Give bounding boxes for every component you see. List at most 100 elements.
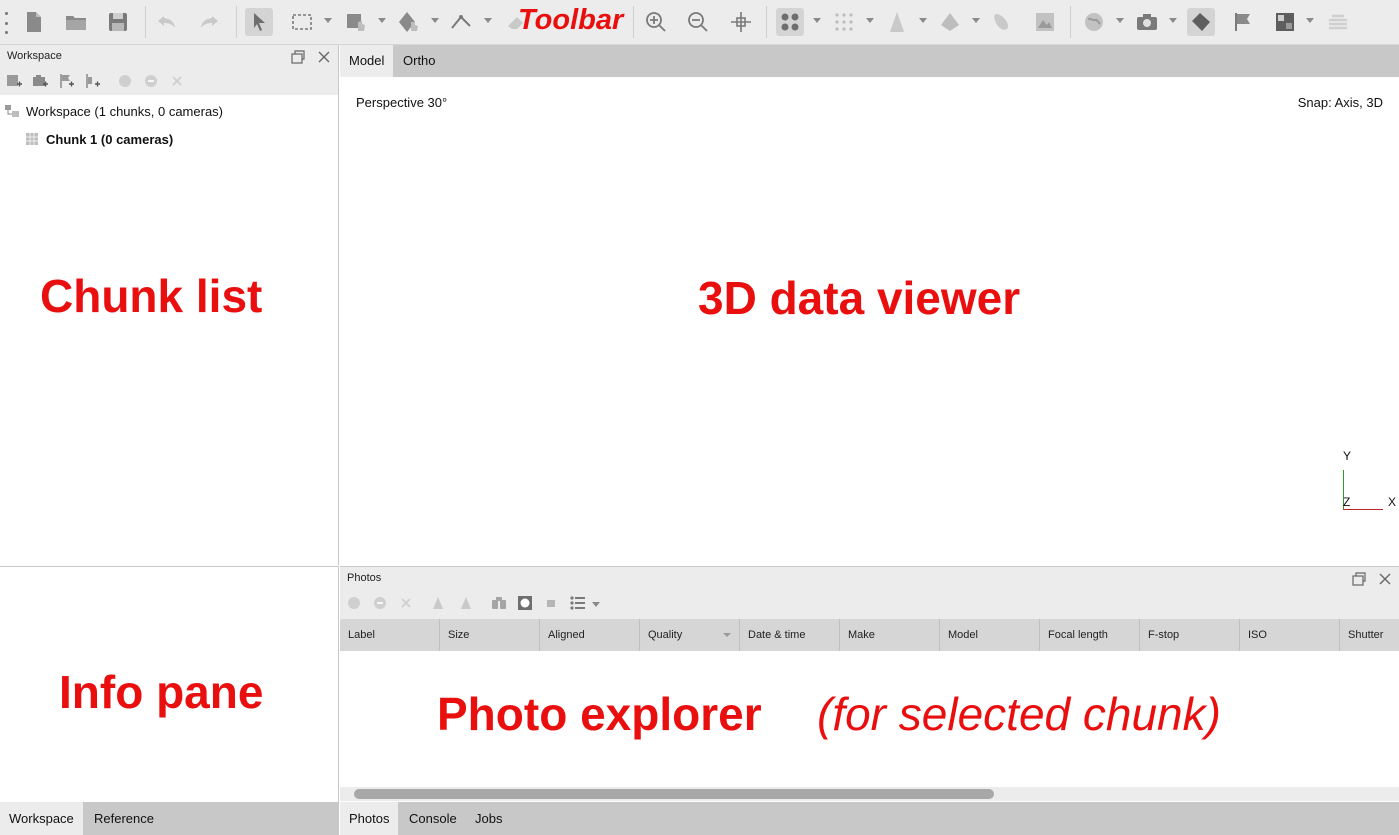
column-date-time[interactable]: Date & time [740, 619, 840, 651]
enable-icon[interactable] [116, 72, 134, 90]
model-dropdown-caret[interactable] [972, 18, 980, 23]
photos-close-icon[interactable] [1377, 571, 1393, 587]
rotate-left-icon[interactable] [430, 594, 448, 612]
photos-panel-title: Photos [347, 572, 382, 584]
column-size[interactable]: Size [440, 619, 540, 651]
mesh-icon[interactable] [883, 8, 911, 36]
open-folder-icon[interactable] [62, 8, 90, 36]
tab-ortho[interactable]: Ortho [394, 45, 445, 77]
texture-icon[interactable] [1271, 8, 1299, 36]
undock-icon[interactable] [290, 49, 306, 65]
dem-icon[interactable] [1031, 8, 1059, 36]
chunk-list-annotation: Chunk list [40, 270, 263, 322]
sort-descending-icon [723, 633, 731, 637]
info-pane: Info pane Workspace Reference [0, 566, 339, 835]
tab-workspace[interactable]: Workspace [0, 802, 83, 835]
orthomosaic-icon[interactable] [1080, 8, 1108, 36]
view-mode-dropdown-caret[interactable] [592, 602, 600, 607]
column-shutter[interactable]: Shutter [1340, 619, 1399, 651]
toolbar-grip-handle[interactable] [5, 12, 9, 34]
column-quality-label: Quality [648, 629, 683, 641]
filter-binoculars-icon[interactable] [490, 594, 508, 612]
transform-dropdown-caret[interactable] [378, 18, 386, 23]
rotate-right-icon[interactable] [456, 594, 474, 612]
point-cloud-dropdown-caret[interactable] [813, 18, 821, 23]
new-document-icon[interactable] [20, 8, 48, 36]
photo-explorer-note: (for selected chunk) [817, 688, 1221, 740]
tab-photos[interactable]: Photos [340, 802, 399, 835]
globe-dropdown-caret[interactable] [1116, 18, 1124, 23]
rectangle-selection-icon[interactable] [288, 8, 316, 36]
tab-model[interactable]: Model [340, 45, 394, 77]
right-bottom-tab-bar: Photos Console Jobs [340, 802, 1399, 835]
save-disk-icon[interactable] [104, 8, 132, 36]
camera-dropdown-caret[interactable] [1169, 18, 1177, 23]
column-focal-length[interactable]: Focal length [1040, 619, 1140, 651]
projection-readout: Perspective 30° [356, 95, 448, 110]
close-icon[interactable] [316, 49, 332, 65]
redo-icon[interactable] [195, 8, 223, 36]
dense-cloud-icon[interactable] [830, 8, 858, 36]
selection-dropdown-caret[interactable] [324, 18, 332, 23]
column-quality[interactable]: Quality [640, 619, 740, 651]
chunk-list-item[interactable]: Chunk 1 (0 cameras) [24, 129, 173, 149]
column-iso[interactable]: ISO [1240, 619, 1340, 651]
region-dropdown-caret[interactable] [431, 18, 439, 23]
model-viewer[interactable]: Model Ortho Perspective 30° Snap: Axis, … [340, 45, 1399, 565]
remove-icon[interactable] [168, 72, 186, 90]
photos-horizontal-scrollbar[interactable] [340, 787, 1399, 801]
model-shaded-icon[interactable] [936, 8, 964, 36]
tab-jobs[interactable]: Jobs [466, 802, 511, 835]
add-marker-icon[interactable] [57, 72, 75, 90]
workspace-panel-title: Workspace [7, 50, 62, 62]
y-axis-label: Y [1343, 449, 1352, 463]
column-model[interactable]: Model [940, 619, 1040, 651]
scrollbar-thumb[interactable] [354, 789, 994, 799]
toggle-shapes-icon[interactable] [1187, 8, 1215, 36]
workspace-tree-root[interactable]: Workspace (1 chunks, 0 cameras) [4, 101, 223, 121]
photos-panel: Photos Label Size Aligned Quality Date &… [340, 566, 1399, 835]
small-thumbnail-icon[interactable] [542, 594, 560, 612]
texture-dropdown-caret[interactable] [1306, 18, 1314, 23]
photos-toolbar [340, 589, 1399, 619]
add-chunk-icon[interactable] [5, 72, 23, 90]
workspace-tree-icon [5, 105, 19, 117]
column-label[interactable]: Label [340, 619, 440, 651]
tiled-model-icon[interactable] [988, 8, 1016, 36]
mesh-dropdown-caret[interactable] [919, 18, 927, 23]
reset-view-icon[interactable] [727, 8, 755, 36]
photo-enable-icon[interactable] [345, 594, 363, 612]
chunk-icon [26, 133, 38, 145]
measure-dropdown-caret[interactable] [484, 18, 492, 23]
transform-object-icon[interactable] [342, 8, 370, 36]
disable-icon[interactable] [142, 72, 160, 90]
column-make[interactable]: Make [840, 619, 940, 651]
ruler-icon[interactable] [447, 8, 475, 36]
list-view-icon[interactable] [569, 594, 587, 612]
point-cloud-icon[interactable] [776, 8, 804, 36]
navigation-pointer-icon[interactable] [245, 8, 273, 36]
tab-reference[interactable]: Reference [85, 802, 163, 835]
add-photos-icon[interactable] [31, 72, 49, 90]
chunk-label: Chunk 1 (0 cameras) [46, 131, 174, 147]
camera-icon[interactable] [1133, 8, 1161, 36]
stack-icon[interactable] [1324, 8, 1352, 36]
photos-undock-icon[interactable] [1351, 571, 1367, 587]
photo-disable-icon[interactable] [371, 594, 389, 612]
photo-remove-icon[interactable] [397, 594, 415, 612]
tab-console[interactable]: Console [400, 802, 466, 835]
column-f-stop[interactable]: F-stop [1140, 619, 1240, 651]
resize-region-icon[interactable] [394, 8, 422, 36]
workspace-panel: Workspace Workspace (1 chunks, 0 cameras… [0, 45, 339, 565]
markers-icon[interactable] [1229, 8, 1257, 36]
mask-icon[interactable] [516, 594, 534, 612]
zoom-out-icon[interactable] [684, 8, 712, 36]
undo-icon[interactable] [153, 8, 181, 36]
column-aligned[interactable]: Aligned [540, 619, 640, 651]
add-scalebar-icon[interactable] [83, 72, 101, 90]
viewer-annotation: 3D data viewer [698, 272, 1021, 324]
workspace-panel-header: Workspace [0, 45, 338, 67]
zoom-in-icon[interactable] [642, 8, 670, 36]
dense-cloud-dropdown-caret[interactable] [866, 18, 874, 23]
workspace-toolbar [0, 67, 338, 95]
